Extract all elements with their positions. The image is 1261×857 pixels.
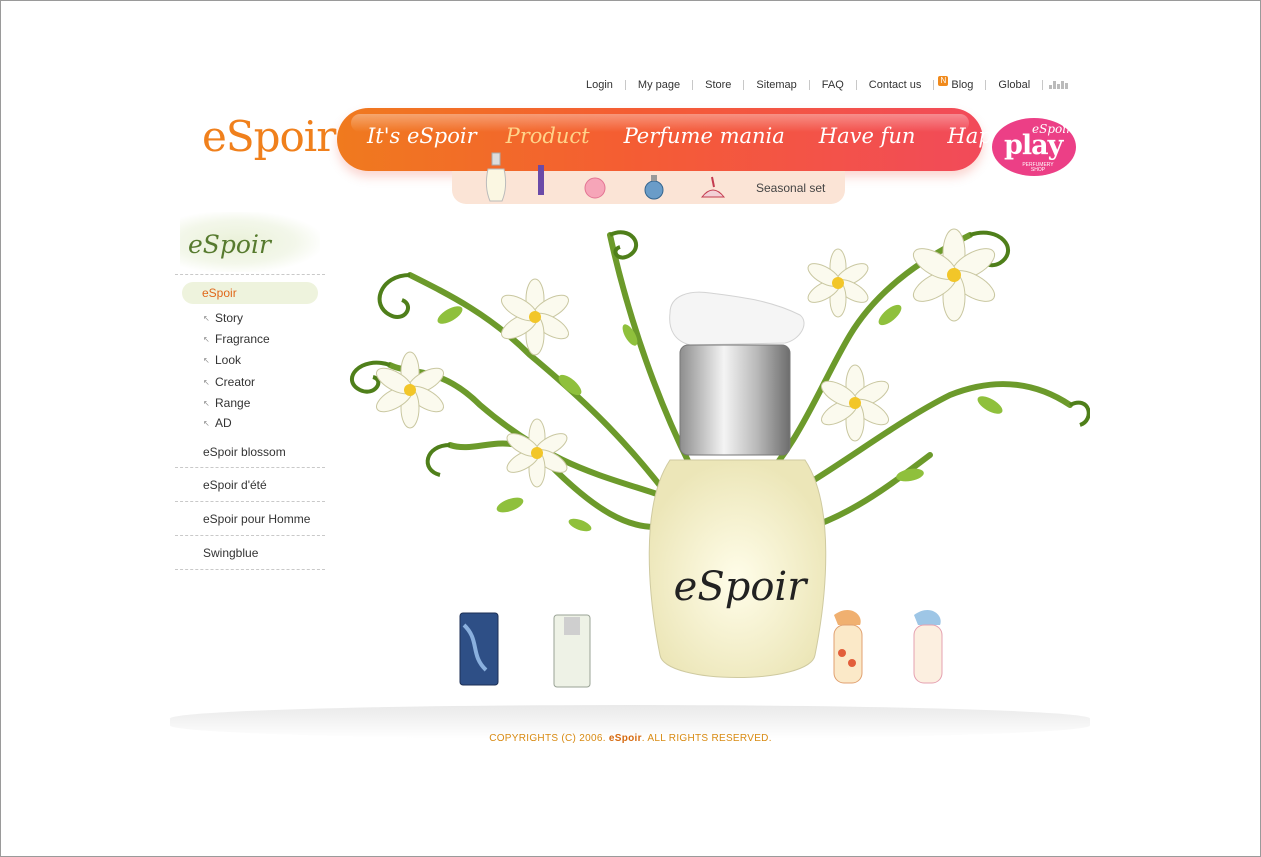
main-nav-tabs: It's eSpoir Product Perfume mania Have f… xyxy=(367,124,1082,148)
arrow-icon: ↖ xyxy=(203,334,210,344)
espoir-dete-bottle-image[interactable] xyxy=(913,609,943,684)
blossom-bottle-image[interactable] xyxy=(833,609,863,684)
sidebar-item-espoir-blossom[interactable]: eSpoir blossom xyxy=(203,445,286,459)
sidebar-item-espoir-dete[interactable]: eSpoir d'été xyxy=(203,478,267,492)
sidebar-item-label: eSpoir xyxy=(202,286,237,300)
tab-product[interactable]: Product xyxy=(506,124,590,148)
tab-its-espoir[interactable]: It's eSpoir xyxy=(367,124,477,148)
pour-homme-bottle-image[interactable] xyxy=(459,612,499,686)
contact-link[interactable]: Contact us xyxy=(857,79,934,91)
divider xyxy=(175,467,325,468)
sidebar-subitem-label: AD xyxy=(215,416,232,430)
sidebar-subitem-look[interactable]: ↖ Look xyxy=(203,353,241,367)
swingblue-bottle-image[interactable] xyxy=(553,614,591,688)
sidebar-subitem-label: Range xyxy=(215,396,251,410)
sidebar-subitem-fragrance[interactable]: ↖ Fragrance xyxy=(203,332,270,346)
pink-compact-thumb-icon[interactable] xyxy=(582,176,608,200)
bottle-label: eSpoir xyxy=(674,564,810,610)
play-perfumery-shop-badge[interactable]: eSpoir play PERFUMERY SHOP xyxy=(992,118,1076,176)
sidebar-subitem-label: Look xyxy=(215,353,242,367)
copyright-post: . ALL RIGHTS RESERVED. xyxy=(641,733,772,744)
arrow-icon: ↖ xyxy=(203,313,210,323)
product-subnav: Seasonal set xyxy=(452,152,845,204)
sound-bars-icon[interactable] xyxy=(1049,81,1069,89)
sidebar-subitem-creator[interactable]: ↖ Creator xyxy=(203,375,255,389)
sidebar-item-espoir[interactable]: eSpoir xyxy=(182,282,318,304)
divider xyxy=(175,569,325,570)
play-badge-sub: PERFUMERY SHOP xyxy=(1022,162,1054,173)
slim-bottle-thumb-icon[interactable] xyxy=(536,163,546,199)
sidebar-subitem-range[interactable]: ↖ Range xyxy=(203,396,250,410)
espoir-bottle-thumb-icon[interactable] xyxy=(482,151,510,203)
main-espoir-bottle-image[interactable]: eSpoir xyxy=(648,291,827,678)
top-utility-nav: Login My page Store Sitemap FAQ Contact … xyxy=(582,76,1069,93)
copyright-brand: eSpoir xyxy=(608,733,642,744)
arrow-icon: ↖ xyxy=(203,398,210,408)
divider xyxy=(175,535,325,536)
tab-perfume-mania[interactable]: Perfume mania xyxy=(624,124,785,148)
arrow-icon: ↖ xyxy=(203,418,210,428)
sidebar-subitem-label: Fragrance xyxy=(215,332,270,346)
blue-round-bottle-thumb-icon[interactable] xyxy=(642,174,666,200)
main-nav: It's eSpoir Product Perfume mania Have f… xyxy=(337,108,1082,171)
sitemap-link[interactable]: Sitemap xyxy=(744,79,808,91)
blog-label: Blog xyxy=(951,79,974,91)
red-genie-bottle-thumb-icon[interactable] xyxy=(698,173,728,201)
tab-have-fun[interactable]: Have fun xyxy=(819,124,916,148)
divider xyxy=(1042,80,1044,90)
hero-perfume-illustration: eSpoir xyxy=(350,228,1090,688)
copyright-pre: COPYRIGHTS (C) 2006. xyxy=(489,733,609,744)
blog-link[interactable]: N Blog xyxy=(934,76,985,91)
seasonal-set-link[interactable]: Seasonal set xyxy=(756,181,825,195)
sidebar-heading-text: eSpoir xyxy=(188,230,271,259)
sidebar-subitem-label: Story xyxy=(215,311,244,325)
divider xyxy=(175,274,325,275)
mypage-link[interactable]: My page xyxy=(626,79,692,91)
copyright-text: COPYRIGHTS (C) 2006. eSpoir. ALL RIGHTS … xyxy=(0,733,1261,744)
sidebar-subitem-story[interactable]: ↖ Story xyxy=(203,311,243,325)
store-link[interactable]: Store xyxy=(693,79,743,91)
sidebar-item-swingblue[interactable]: Swingblue xyxy=(203,546,258,560)
sidebar-subitem-label: Creator xyxy=(215,375,256,389)
sidebar-subitem-ad[interactable]: ↖ AD xyxy=(203,416,232,430)
divider xyxy=(175,501,325,502)
login-link[interactable]: Login xyxy=(582,79,625,91)
arrow-icon: ↖ xyxy=(203,377,210,387)
play-badge-main: play xyxy=(1004,130,1063,161)
global-link[interactable]: Global xyxy=(986,79,1042,91)
sidebar-heading: eSpoir xyxy=(180,212,320,272)
sidebar-item-espoir-pour-homme[interactable]: eSpoir pour Homme xyxy=(203,512,310,526)
arrow-icon: ↖ xyxy=(203,355,210,365)
new-badge-icon: N xyxy=(938,76,949,86)
espoir-logo[interactable]: eSpoir xyxy=(202,112,336,161)
faq-link[interactable]: FAQ xyxy=(810,79,856,91)
